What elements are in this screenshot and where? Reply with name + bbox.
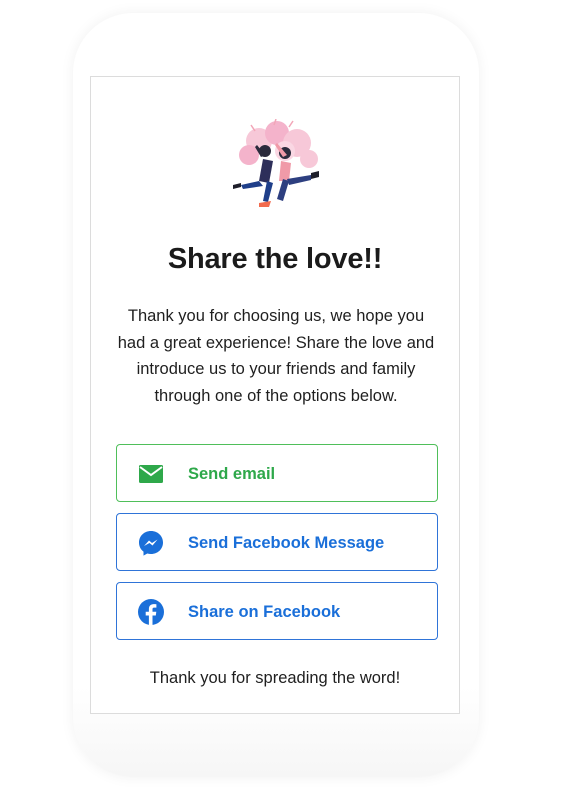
facebook-icon [138, 599, 164, 625]
share-love-illustration [233, 119, 319, 207]
send-facebook-message-label: Send Facebook Message [188, 534, 385, 552]
send-facebook-message-button[interactable]: Send Facebook Message [116, 513, 438, 571]
thank-you-footer: Thank you for spreading the word! [149, 669, 401, 687]
send-email-label: Send email [188, 465, 276, 483]
messenger-icon [139, 531, 163, 556]
share-on-facebook-button[interactable]: Share on Facebook [116, 582, 438, 640]
share-on-facebook-label: Share on Facebook [188, 603, 341, 621]
share-message: Thank you for choosing us, we hope you h… [117, 307, 435, 405]
send-email-button[interactable]: Send email [116, 444, 438, 502]
page-title: Share the love!! [167, 243, 383, 275]
share-card: Share the love!! Thank you for choosing … [90, 76, 460, 714]
envelope-icon [139, 465, 163, 483]
